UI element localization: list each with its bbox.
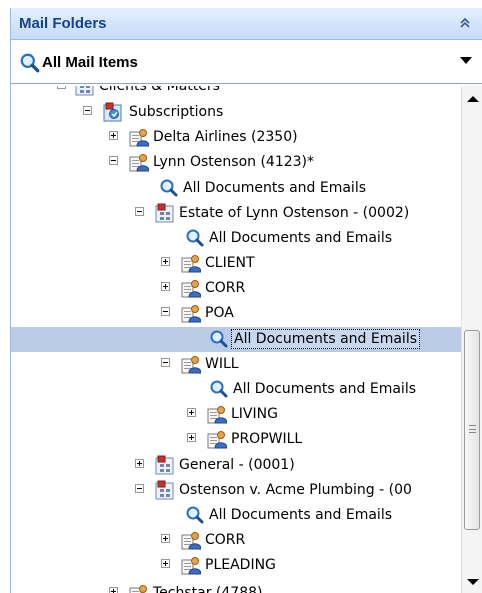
search-folder-icon	[209, 329, 229, 349]
collapse-toggle-icon[interactable]	[83, 106, 92, 115]
tree-item-label: Techstar (4788)	[153, 585, 263, 593]
tree-item-all-documents[interactable]: All Documents and Emails	[11, 226, 461, 251]
folder-icon	[181, 555, 201, 575]
client-folder-icon	[129, 127, 149, 147]
vertical-scrollbar[interactable]	[461, 86, 482, 593]
expand-toggle-icon[interactable]	[187, 433, 196, 442]
tree-item-label: CORR	[205, 280, 246, 296]
tree-item-acme-plumbing[interactable]: Ostenson v. Acme Plumbing - (00	[11, 478, 461, 503]
tree-item-label: WILL	[205, 356, 239, 372]
expand-toggle-icon[interactable]	[109, 131, 118, 140]
folder-icon	[181, 530, 201, 550]
matter-folder-icon	[75, 86, 95, 96]
expand-toggle-icon[interactable]	[187, 408, 196, 417]
search-folder-icon	[209, 379, 229, 399]
matter-folder-icon	[155, 455, 175, 475]
tree-item-label: LIVING	[231, 406, 278, 422]
search-folder-icon	[19, 52, 41, 74]
folder-icon	[181, 278, 201, 298]
matter-folder-icon	[155, 203, 175, 223]
collapse-toggle-icon[interactable]	[161, 358, 170, 367]
tree-item-label: All Documents and Emails	[209, 507, 393, 523]
tree-item-estate[interactable]: Estate of Lynn Ostenson - (0002)	[11, 201, 461, 226]
client-folder-icon	[129, 152, 149, 172]
tree-item-all-documents[interactable]: All Documents and Emails	[11, 503, 461, 528]
tree-item-label: All Documents and Emails	[231, 329, 421, 349]
tree-item-corr[interactable]: CORR	[11, 276, 461, 301]
scrollbar-thumb[interactable]	[464, 330, 480, 530]
dropdown-arrow-icon[interactable]	[460, 57, 472, 64]
folder-icon	[207, 429, 227, 449]
collapse-toggle-icon[interactable]	[135, 207, 144, 216]
tree-item-partial-bottom[interactable]: Techstar (4788)	[11, 581, 461, 593]
tree-item-label: PLEADING	[205, 557, 276, 573]
subscriptions-folder-icon	[103, 102, 123, 122]
folder-icon	[181, 354, 201, 374]
tree-item-general[interactable]: General - (0001)	[11, 453, 461, 478]
matter-folder-icon	[155, 480, 175, 500]
tree-item-label: POA	[205, 305, 234, 321]
scroll-down-icon[interactable]	[467, 579, 479, 585]
mail-folders-header: Mail Folders	[11, 8, 482, 40]
tree-item-pleading[interactable]: PLEADING	[11, 553, 461, 578]
tree-item-label: CLIENT	[205, 255, 255, 271]
tree-item-label: CORR	[205, 532, 246, 548]
collapse-toggle-icon[interactable]	[161, 307, 170, 316]
folder-view-selector[interactable]: All Mail Items	[11, 42, 482, 84]
folder-icon	[181, 253, 201, 273]
tree-item-subscriptions[interactable]: Subscriptions	[11, 100, 461, 125]
folder-icon	[207, 404, 227, 424]
expand-toggle-icon[interactable]	[109, 587, 118, 593]
mail-folders-pane: Mail Folders All Mail Items Clients & Ma…	[10, 8, 482, 593]
expand-toggle-icon[interactable]	[161, 559, 170, 568]
scroll-up-icon[interactable]	[467, 96, 479, 102]
tree-item-all-documents[interactable]: All Documents and Emails	[11, 176, 461, 201]
tree-item-label: Estate of Lynn Ostenson - (0002)	[179, 205, 410, 221]
collapse-toggle-icon[interactable]	[135, 484, 144, 493]
tree-item-label: Delta Airlines (2350)	[153, 129, 298, 145]
tree-item-label: General - (0001)	[179, 457, 295, 473]
tree-item-delta-airlines[interactable]: Delta Airlines (2350)	[11, 125, 461, 150]
tree-item-lynn-ostenson[interactable]: Lynn Ostenson (4123)*	[11, 150, 461, 175]
folder-view-label: All Mail Items	[42, 54, 138, 71]
tree-item-all-documents-selected[interactable]: All Documents and Emails	[11, 327, 461, 352]
search-folder-icon	[159, 178, 179, 198]
tree-item-corr[interactable]: CORR	[11, 528, 461, 553]
expand-toggle-icon[interactable]	[161, 534, 170, 543]
tree-item-label: All Documents and Emails	[183, 180, 367, 196]
client-folder-icon	[129, 583, 149, 593]
folder-icon	[181, 303, 201, 323]
search-folder-icon	[185, 228, 205, 248]
tree-item-poa[interactable]: POA	[11, 301, 461, 326]
tree-item-label: All Documents and Emails	[209, 230, 393, 246]
collapse-pane-icon[interactable]	[458, 17, 472, 31]
tree-item-label: All Documents and Emails	[233, 381, 417, 397]
tree-item-propwill[interactable]: PROPWILL	[11, 427, 461, 452]
expand-toggle-icon[interactable]	[161, 282, 170, 291]
tree-item-will[interactable]: WILL	[11, 352, 461, 377]
tree-item-label: Subscriptions	[129, 104, 224, 120]
collapse-toggle-icon[interactable]	[57, 86, 66, 89]
expand-toggle-icon[interactable]	[161, 257, 170, 266]
tree-item-all-documents[interactable]: All Documents and Emails	[11, 377, 461, 402]
tree-item-living[interactable]: LIVING	[11, 402, 461, 427]
expand-toggle-icon[interactable]	[135, 459, 144, 468]
collapse-toggle-icon[interactable]	[109, 156, 118, 165]
pane-title: Mail Folders	[19, 15, 107, 32]
tree-item-label: Ostenson v. Acme Plumbing - (00	[179, 482, 412, 498]
search-folder-icon	[185, 505, 205, 525]
tree-item-label: Clients & Matters	[99, 86, 220, 94]
tree-item-partial-top[interactable]: Clients & Matters	[11, 86, 461, 99]
tree-item-client[interactable]: CLIENT	[11, 251, 461, 276]
grip-icon	[469, 425, 476, 433]
tree-item-label: PROPWILL	[231, 431, 303, 447]
folder-tree: Clients & Matters Subscriptions Delta Ai…	[11, 86, 461, 593]
tree-item-label: Lynn Ostenson (4123)*	[153, 154, 315, 170]
